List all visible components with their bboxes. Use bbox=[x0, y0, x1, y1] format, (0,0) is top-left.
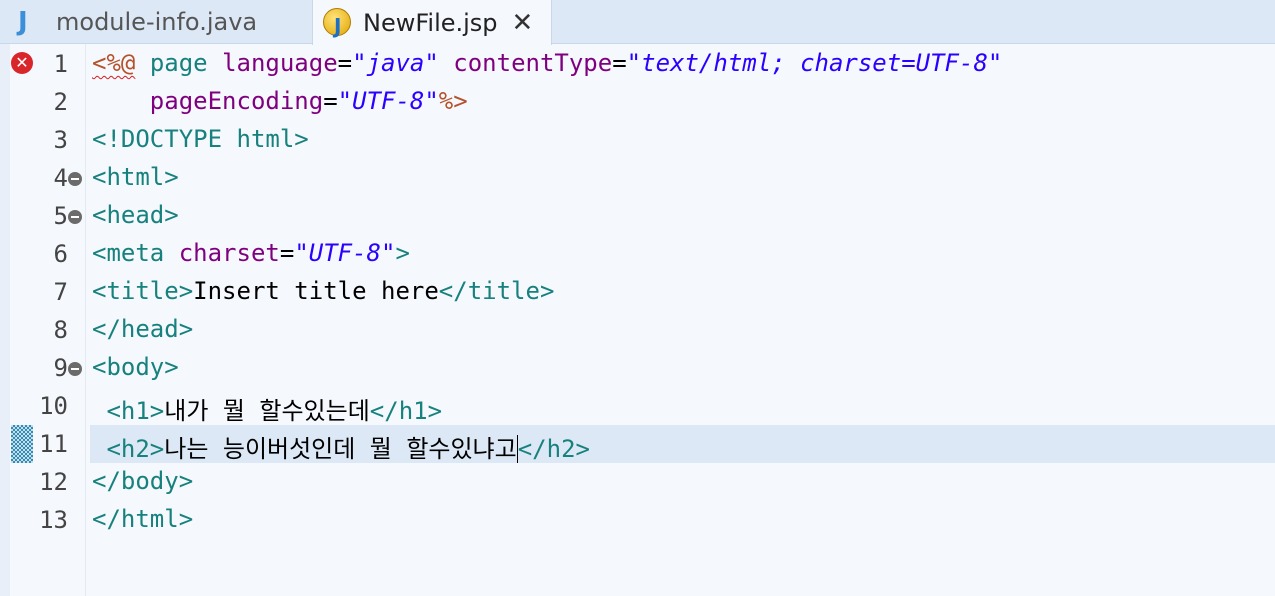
line-number: 1 bbox=[53, 50, 68, 78]
line-number: 13 bbox=[39, 506, 68, 534]
code-text[interactable]: <head> bbox=[92, 201, 179, 229]
tab-label: module-info.java bbox=[56, 8, 258, 36]
line-number: 6 bbox=[53, 240, 68, 268]
code-token: <title> bbox=[92, 277, 194, 305]
code-line[interactable]: 12 </body> bbox=[0, 463, 1275, 501]
code-line[interactable]: 8 </head> bbox=[0, 311, 1275, 349]
code-token: </h2> bbox=[516, 435, 590, 463]
code-line[interactable]: 13 </html> bbox=[0, 501, 1275, 539]
code-text[interactable]: <meta charset="UTF-8"> bbox=[92, 239, 410, 267]
code-text[interactable]: <%@ page language="java" contentType="te… bbox=[92, 49, 1002, 77]
code-line[interactable]: 10 <h1>내가 뭘 할수있는데</h1> bbox=[0, 387, 1275, 425]
collapse-fold-icon[interactable] bbox=[68, 362, 82, 376]
code-token: %> bbox=[438, 87, 468, 115]
code-token: contentType bbox=[453, 49, 613, 77]
jsp-file-icon: J bbox=[323, 7, 353, 38]
line-number: 8 bbox=[53, 316, 68, 344]
line-number: 11 bbox=[39, 430, 68, 458]
tab-newfile-jsp[interactable]: J NewFile.jsp ✕ bbox=[312, 0, 552, 45]
code-token: </head> bbox=[92, 315, 194, 343]
code-text[interactable]: </head> bbox=[92, 315, 193, 343]
code-token: = bbox=[337, 49, 353, 77]
code-text[interactable]: </html> bbox=[92, 505, 193, 533]
code-text[interactable]: <title>Insert title here</title> bbox=[92, 277, 554, 305]
code-token: language bbox=[222, 49, 338, 77]
collapse-fold-icon[interactable] bbox=[68, 172, 82, 186]
line-number: 5 bbox=[53, 202, 68, 230]
line-number: 4 bbox=[53, 164, 68, 192]
code-token: </html> bbox=[92, 505, 194, 533]
line-number: 12 bbox=[39, 468, 68, 496]
line-number: 2 bbox=[53, 88, 68, 116]
java-file-icon: J bbox=[18, 7, 28, 37]
code-token: Insert title here bbox=[193, 277, 439, 305]
code-token: 나는 능이버섯인데 뭘 할수있냐고 bbox=[164, 435, 517, 463]
code-token: <head> bbox=[92, 201, 179, 229]
close-icon[interactable]: ✕ bbox=[512, 10, 534, 36]
code-token: charset bbox=[178, 239, 280, 267]
code-line[interactable]: 2 pageEncoding="UTF-8"%> bbox=[0, 83, 1275, 121]
code-text[interactable]: <!DOCTYPE html> bbox=[92, 125, 309, 153]
code-token: <meta bbox=[92, 239, 165, 267]
code-text[interactable]: <h1>내가 뭘 할수있는데</h1> bbox=[92, 391, 442, 426]
code-token: </body> bbox=[92, 467, 194, 495]
code-token: pageEncoding bbox=[149, 87, 324, 115]
code-line[interactable]: 11 <h2>나는 능이버섯인데 뭘 할수있냐고</h2> bbox=[0, 425, 1275, 463]
tab-label: NewFile.jsp bbox=[363, 8, 498, 37]
line-number: 7 bbox=[53, 278, 68, 306]
code-line[interactable]: 7 <title>Insert title here</title> bbox=[0, 273, 1275, 311]
code-token: 내가 뭘 할수있는데 bbox=[164, 397, 370, 425]
code-token: <body> bbox=[92, 353, 179, 381]
code-text[interactable]: <html> bbox=[92, 163, 179, 191]
code-text[interactable]: </body> bbox=[92, 467, 193, 495]
tab-module-info[interactable]: J module-info.java bbox=[0, 0, 312, 44]
code-token: <h1> bbox=[106, 397, 165, 425]
code-line[interactable]: ✕ 1 <%@ page language="java" contentType="… bbox=[0, 45, 1275, 83]
code-token: <html> bbox=[92, 163, 179, 191]
collapse-fold-icon[interactable] bbox=[68, 210, 82, 224]
line-number: 9 bbox=[53, 354, 68, 382]
line-number: 10 bbox=[39, 392, 68, 420]
code-line[interactable]: 3 <!DOCTYPE html> bbox=[0, 121, 1275, 159]
code-text[interactable]: <h2>나는 능이버섯인데 뭘 할수있냐고</h2> bbox=[92, 429, 590, 464]
code-line[interactable]: 6 <meta charset="UTF-8"> bbox=[0, 235, 1275, 273]
code-token: <h2> bbox=[106, 435, 165, 463]
code-token: "java" bbox=[352, 49, 439, 77]
code-token: > bbox=[395, 239, 410, 267]
code-line[interactable]: 4 <html> bbox=[0, 159, 1275, 197]
code-token: </h1> bbox=[369, 397, 443, 425]
code-token: = bbox=[323, 87, 338, 115]
code-token: </title> bbox=[438, 277, 555, 305]
code-token: "UTF-8" bbox=[337, 87, 439, 115]
code-token: <%@ bbox=[92, 49, 136, 77]
code-line[interactable]: 5 <head> bbox=[0, 197, 1275, 235]
code-token: "UTF-8" bbox=[294, 239, 396, 267]
code-text[interactable]: <body> bbox=[92, 353, 179, 381]
code-token: = bbox=[279, 239, 295, 267]
editor-tab-bar: J module-info.java J NewFile.jsp ✕ bbox=[0, 0, 1275, 45]
code-text[interactable]: pageEncoding="UTF-8"%> bbox=[92, 87, 468, 115]
code-token: "text/html; charset=UTF-8" bbox=[626, 49, 1003, 77]
code-line[interactable]: 9 <body> bbox=[0, 349, 1275, 387]
code-token: = bbox=[612, 49, 627, 77]
code-token: <!DOCTYPE html> bbox=[92, 125, 309, 153]
code-token: page bbox=[149, 49, 208, 77]
line-number: 3 bbox=[53, 126, 68, 154]
